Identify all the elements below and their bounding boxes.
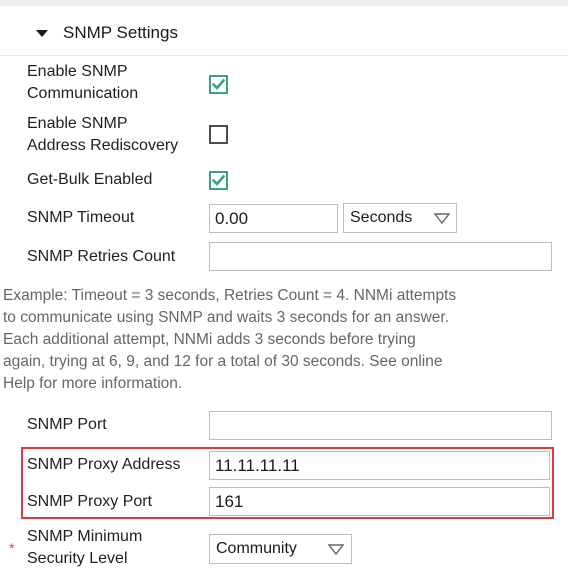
- snmp-minimum-security-level-select[interactable]: Community: [209, 534, 352, 564]
- chevron-down-icon: [328, 544, 344, 555]
- checkmark-icon: [211, 78, 226, 90]
- snmp-timeout-unit-select[interactable]: Seconds: [343, 203, 457, 233]
- section-title: SNMP Settings: [63, 23, 178, 42]
- security-level-value: Community: [216, 540, 297, 557]
- help-line: to communicate using SNMP and waits 3 se…: [3, 309, 449, 326]
- snmp-proxy-port-label: SNMP Proxy Port: [27, 493, 153, 510]
- snmp-minimum-security-level-label: SNMP Minimum Security Level: [27, 526, 142, 570]
- snmp-proxy-address-input[interactable]: 11.11.11.11: [209, 451, 550, 480]
- label-line: Enable SNMP: [27, 115, 128, 132]
- snmp-proxy-port-input[interactable]: 161: [209, 487, 550, 516]
- label-line: Security Level: [27, 550, 128, 567]
- get-bulk-enabled-checkbox[interactable]: [209, 171, 228, 190]
- snmp-settings-section-header[interactable]: SNMP Settings: [0, 6, 568, 56]
- snmp-timeout-label: SNMP Timeout: [27, 209, 135, 226]
- label-line: Enable SNMP: [27, 63, 128, 80]
- required-marker: *: [9, 540, 15, 556]
- help-line: Help for more information.: [3, 375, 183, 392]
- enable-snmp-communication-label: Enable SNMP Communication: [27, 61, 138, 105]
- get-bulk-enabled-label: Get-Bulk Enabled: [27, 171, 153, 188]
- snmp-timeout-input[interactable]: 0.00: [209, 204, 338, 233]
- enable-snmp-communication-checkbox[interactable]: [209, 75, 228, 94]
- enable-snmp-rediscovery-checkbox[interactable]: [209, 125, 228, 144]
- label-line: SNMP Minimum: [27, 528, 143, 545]
- help-line: Each additional attempt, NNMi adds 3 sec…: [3, 331, 416, 348]
- help-line: Example: Timeout = 3 seconds, Retries Co…: [3, 287, 457, 304]
- enable-snmp-rediscovery-label: Enable SNMP Address Rediscovery: [27, 113, 178, 157]
- chevron-down-icon: [434, 213, 450, 224]
- help-text: Example: Timeout = 3 seconds, Retries Co…: [3, 285, 565, 395]
- snmp-port-label: SNMP Port: [27, 416, 107, 433]
- snmp-proxy-address-label: SNMP Proxy Address: [27, 456, 181, 473]
- help-line: again, trying at 6, 9, and 12 for a tota…: [3, 353, 443, 370]
- label-line: Communication: [27, 85, 139, 102]
- snmp-port-input[interactable]: [209, 411, 552, 440]
- checkmark-icon: [211, 174, 226, 186]
- snmp-retries-count-label: SNMP Retries Count: [27, 248, 176, 265]
- triangle-down-icon[interactable]: [36, 30, 48, 37]
- label-line: Address Rediscovery: [27, 137, 179, 154]
- timeout-unit-value: Seconds: [350, 209, 413, 226]
- snmp-retries-count-input[interactable]: [209, 242, 552, 271]
